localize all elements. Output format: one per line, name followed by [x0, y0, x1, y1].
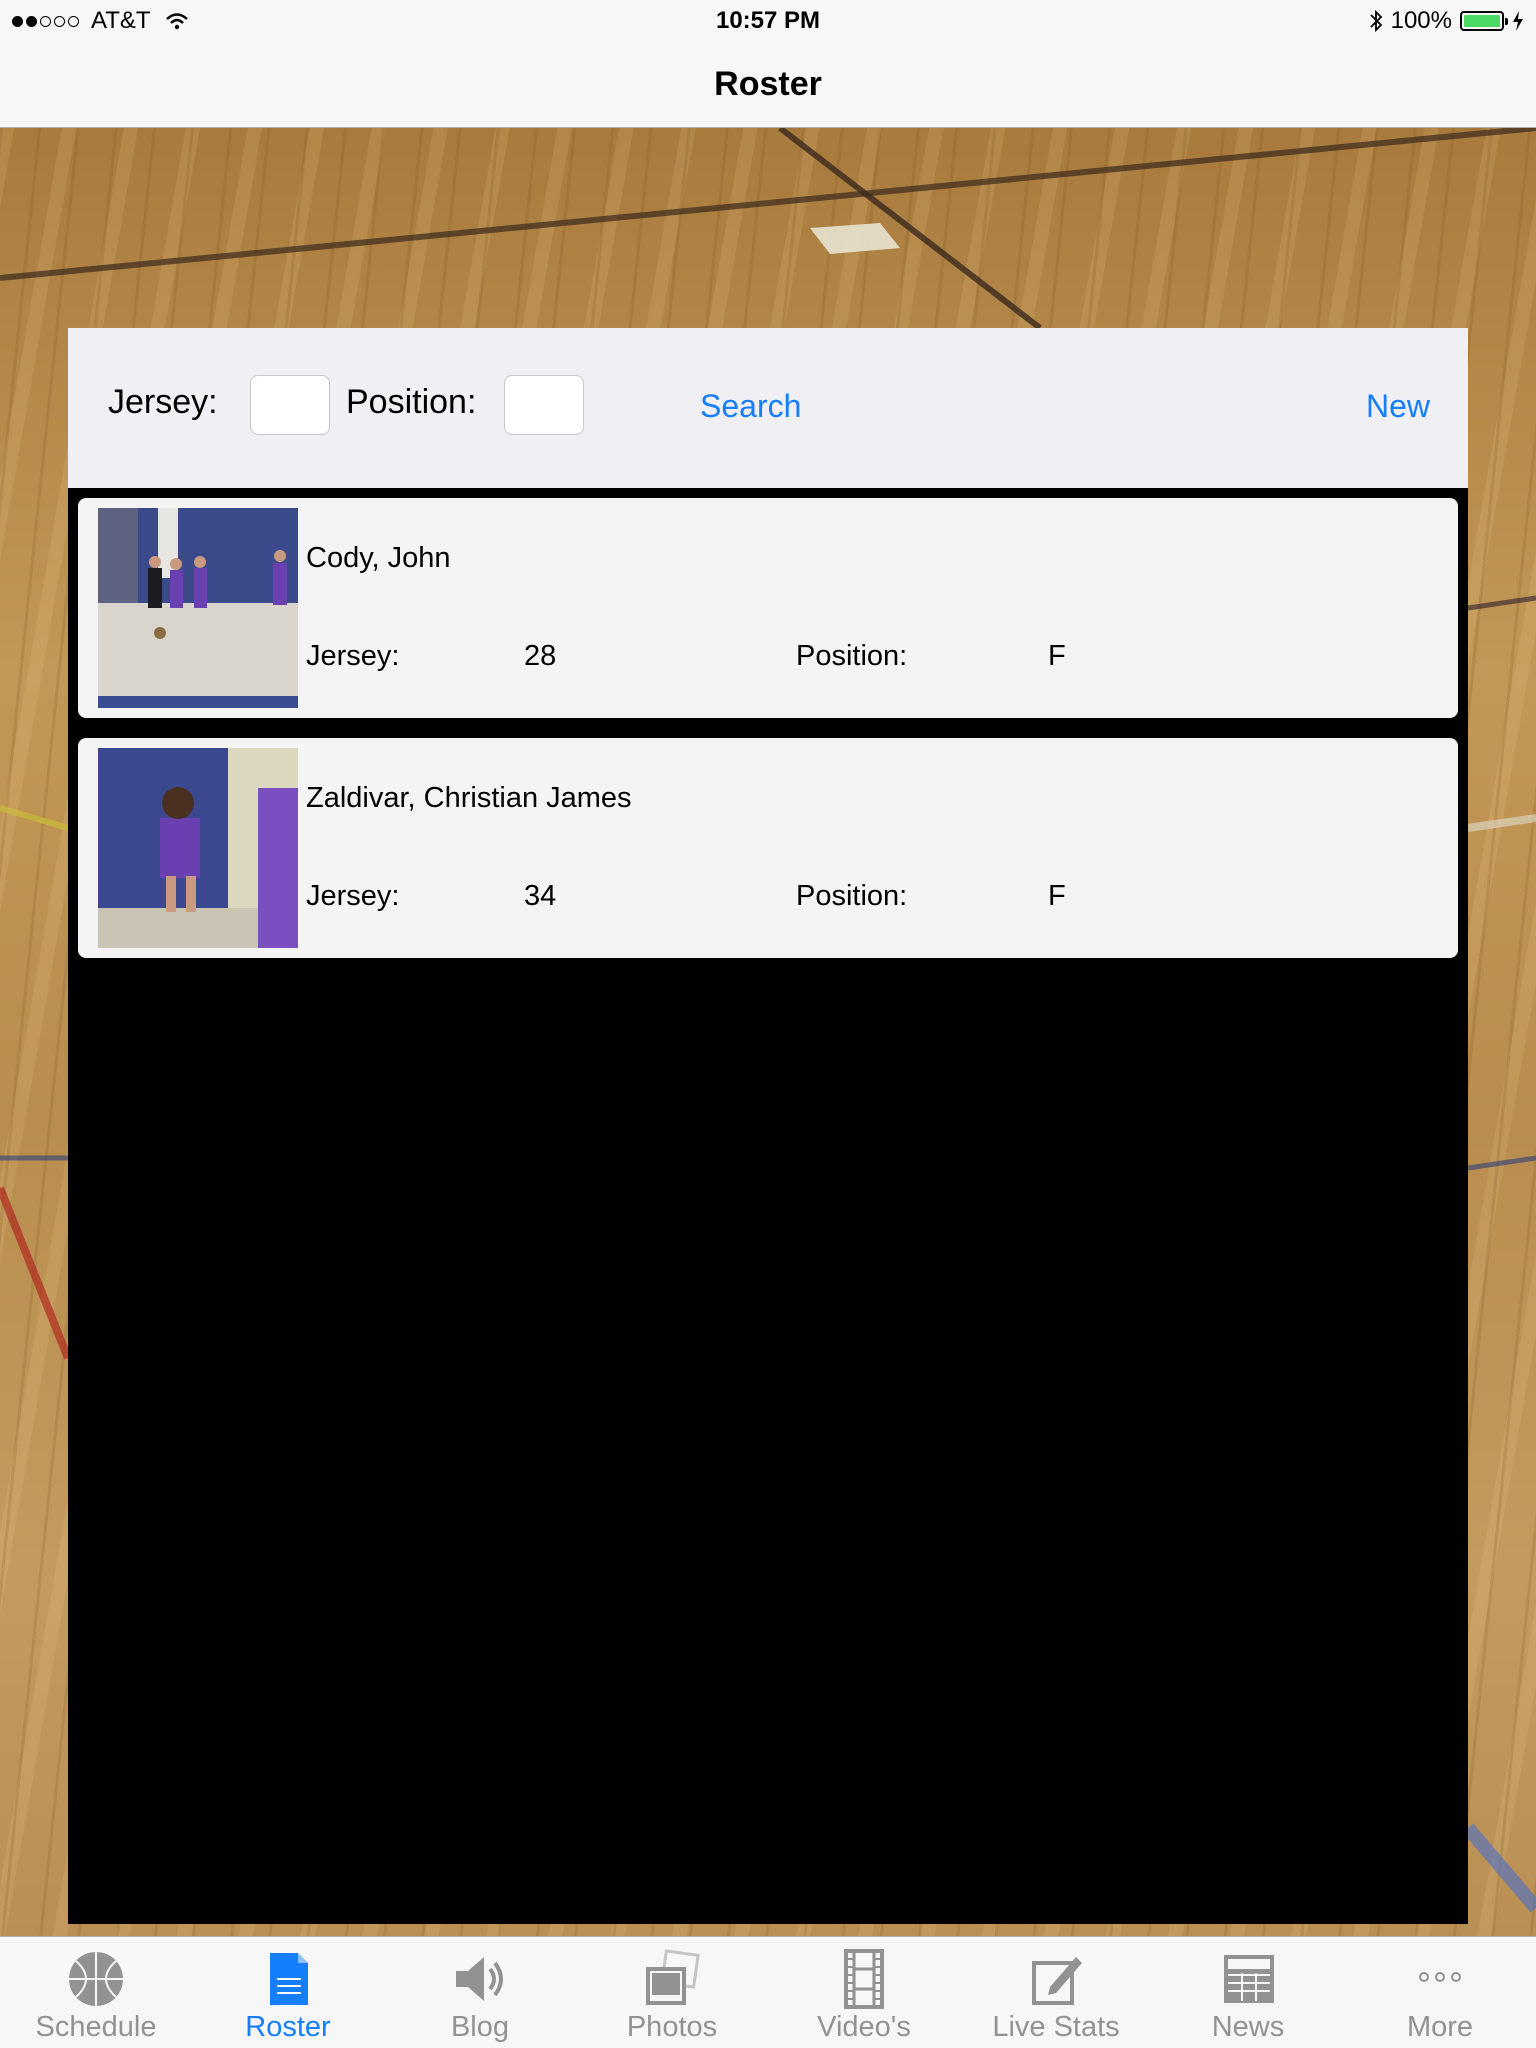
player-name: Zaldivar, Christian James: [306, 782, 632, 814]
tab-videos[interactable]: Video's: [768, 1937, 960, 2048]
bluetooth-icon: [1369, 9, 1382, 33]
tab-more[interactable]: More: [1344, 1937, 1536, 2048]
more-icon: [1419, 1972, 1461, 1982]
position-label: Position:: [796, 880, 908, 912]
position-value: F: [1048, 640, 1066, 672]
position-value: F: [1048, 880, 1066, 912]
tab-blog[interactable]: Blog: [384, 1937, 576, 2048]
tab-label: Video's: [817, 2011, 911, 2043]
status-time: 10:57 PM: [715, 7, 821, 34]
roster-row[interactable]: Zaldivar, Christian James Jersey: 34 Pos…: [78, 738, 1458, 958]
navigation-bar: Roster: [0, 40, 1536, 128]
document-icon: [270, 1953, 308, 2005]
charging-bolt-icon: [1513, 11, 1523, 31]
tab-label: News: [1211, 2011, 1285, 2043]
jersey-value: 34: [524, 880, 557, 912]
jersey-label: Jersey:: [306, 640, 400, 672]
tab-news[interactable]: News: [1152, 1937, 1344, 2048]
search-panel: Jersey: Position: Search New: [68, 328, 1468, 488]
tab-label: Photos: [626, 2011, 718, 2043]
tab-label: Blog: [450, 2011, 510, 2043]
player-photo: [98, 748, 298, 948]
player-name: Cody, John: [306, 542, 451, 574]
roster-list: Cody, John Jersey: 28 Position: F Zaldiv…: [68, 488, 1468, 1924]
page-title: Roster: [714, 65, 822, 103]
newspaper-icon: [1224, 1955, 1274, 2003]
roster-row[interactable]: Cody, John Jersey: 28 Position: F: [78, 498, 1458, 718]
new-button[interactable]: New: [1366, 388, 1430, 425]
jersey-search-input[interactable]: [250, 375, 330, 435]
player-photo: [98, 508, 298, 708]
tab-label: Live Stats: [992, 2011, 1120, 2043]
tab-schedule[interactable]: Schedule: [0, 1937, 192, 2048]
position-search-input[interactable]: [504, 375, 584, 435]
status-right: 100%: [1369, 7, 1524, 35]
battery-percent: 100%: [1390, 7, 1452, 34]
battery-fill: [1464, 15, 1500, 27]
edit-icon: [1032, 1957, 1082, 2005]
speaker-icon: [456, 1957, 503, 2001]
tab-bar: Schedule Roster Blog Photos Video's Live…: [0, 1936, 1536, 2048]
jersey-value: 28: [524, 640, 557, 672]
film-icon: [844, 1949, 884, 2009]
tab-live-stats[interactable]: Live Stats: [960, 1937, 1152, 2048]
position-search-label: Position:: [346, 383, 477, 421]
photos-icon: [646, 1949, 700, 2005]
tab-photos[interactable]: Photos: [576, 1937, 768, 2048]
position-label: Position:: [796, 640, 908, 672]
jersey-search-label: Jersey:: [108, 383, 218, 421]
status-bar: AT&T 10:57 PM 100%: [0, 0, 1536, 40]
jersey-label: Jersey:: [306, 880, 400, 912]
battery-icon: [1460, 11, 1508, 31]
basketball-icon: [69, 1952, 123, 2006]
search-button[interactable]: Search: [700, 388, 801, 425]
tab-roster[interactable]: Roster: [192, 1937, 384, 2048]
tab-label: More: [1406, 2011, 1474, 2043]
tab-label: Roster: [245, 2011, 331, 2043]
tab-label: Schedule: [35, 2011, 157, 2043]
